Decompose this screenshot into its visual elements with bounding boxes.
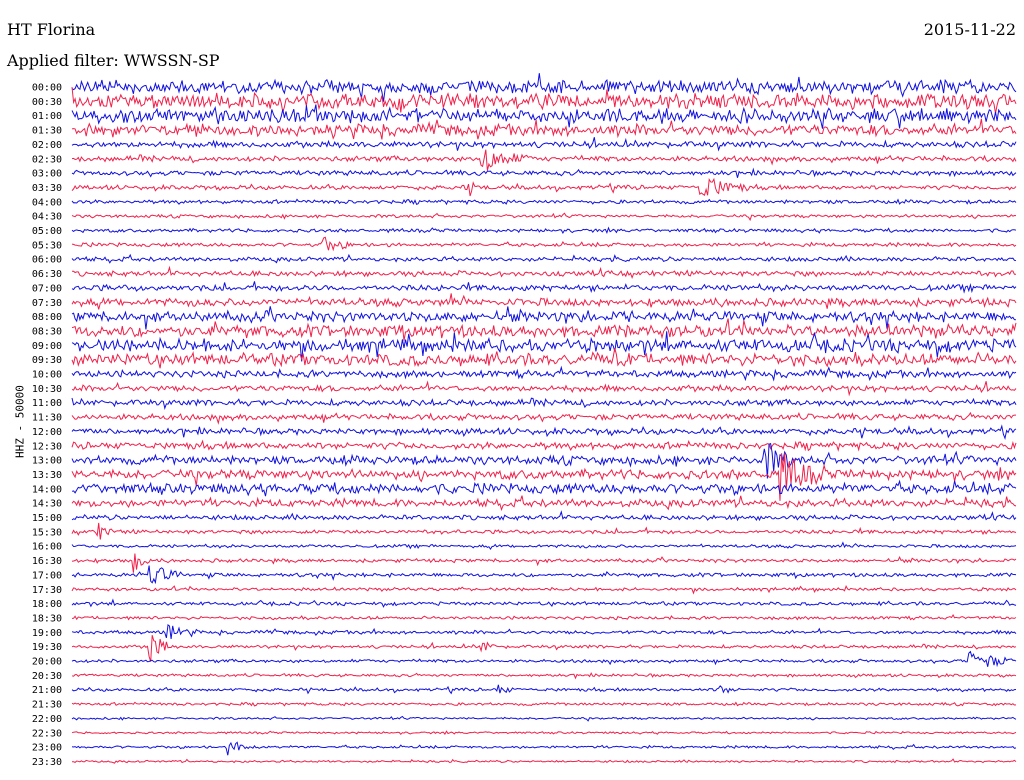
- trace-row-1900: [71, 623, 1017, 640]
- tick-label-1400: 14:00: [32, 484, 62, 495]
- tick-label-1630: 16:30: [32, 556, 62, 567]
- trace-row-2100: [71, 684, 1017, 695]
- trace-row-1730: [71, 584, 1017, 595]
- tick-label-0900: 09:00: [32, 341, 62, 352]
- tick-label-1330: 13:30: [32, 470, 62, 481]
- trace-row-0630: [71, 265, 1016, 280]
- tick-label-1000: 10:00: [32, 370, 62, 381]
- tick-label-2000: 20:00: [32, 657, 62, 668]
- tick-label-0830: 08:30: [32, 326, 62, 337]
- trace-row-1830: [71, 614, 1017, 621]
- trace-row-0200: [71, 137, 1017, 152]
- trace-row-0230: [71, 149, 1017, 171]
- tick-label-0300: 03:00: [32, 169, 62, 180]
- tick-label-1600: 16:00: [32, 542, 62, 553]
- tick-label-0400: 04:00: [32, 197, 62, 208]
- trace-row-0400: [71, 198, 1017, 206]
- tick-label-0600: 06:00: [32, 255, 62, 266]
- trace-row-2230: [71, 730, 1017, 736]
- trace-row-1130: [71, 411, 1016, 425]
- trace-row-1230: [71, 439, 1017, 452]
- tick-label-1900: 19:00: [32, 628, 62, 639]
- trace-row-1200: [71, 424, 1017, 441]
- trace-row-0500: [71, 226, 1017, 235]
- tick-label-0230: 02:30: [32, 154, 62, 165]
- tick-label-1030: 10:30: [32, 384, 62, 395]
- tick-label-0930: 09:30: [32, 355, 62, 366]
- trace-row-0530: [71, 236, 1017, 252]
- trace-row-0700: [71, 281, 1017, 294]
- seismic-traces: [71, 73, 1017, 764]
- tick-label-0330: 03:30: [32, 183, 62, 194]
- trace-row-2000: [71, 650, 1017, 668]
- tick-label-0500: 05:00: [32, 226, 62, 237]
- tick-label-1530: 15:30: [32, 527, 62, 538]
- trace-row-1800: [71, 598, 1017, 608]
- trace-row-1430: [71, 495, 1017, 512]
- tick-label-2300: 23:00: [32, 743, 62, 754]
- trace-row-1930: [71, 635, 1017, 662]
- tick-label-1700: 17:00: [32, 570, 62, 581]
- tick-label-1430: 14:30: [32, 499, 62, 510]
- tick-label-1100: 11:00: [32, 398, 62, 409]
- trace-row-1700: [71, 565, 1017, 585]
- tick-label-0000: 00:00: [32, 83, 62, 94]
- tick-label-1830: 18:30: [32, 613, 62, 624]
- tick-label-2230: 22:30: [32, 728, 62, 739]
- trace-row-2300: [71, 741, 1017, 756]
- trace-row-1500: [71, 510, 1017, 522]
- trace-row-0930: [71, 348, 1017, 369]
- tick-label-0130: 01:30: [32, 126, 62, 137]
- tick-label-0100: 01:00: [32, 111, 62, 122]
- trace-row-1030: [71, 380, 1017, 397]
- trace-row-0130: [71, 118, 1017, 140]
- tick-label-1930: 19:30: [32, 642, 62, 653]
- tick-label-0200: 02:00: [32, 140, 62, 151]
- helicorder-plot: 00:00 00:30 01:00 01:30 02:00 02:30 03:00 03:30…: [32, 73, 1017, 768]
- tick-label-1130: 11:30: [32, 413, 62, 424]
- trace-row-0600: [71, 253, 1017, 264]
- tick-label-2100: 21:00: [32, 685, 62, 696]
- trace-row-0100: [71, 104, 1017, 129]
- tick-label-1300: 13:00: [32, 456, 62, 467]
- tick-label-2030: 20:30: [32, 671, 62, 682]
- tick-label-0730: 07:30: [32, 298, 62, 309]
- tick-label-0430: 04:30: [32, 212, 62, 223]
- tick-label-1730: 17:30: [32, 585, 62, 596]
- tick-label-2330: 23:30: [32, 757, 62, 768]
- tick-label-1200: 12:00: [32, 427, 62, 438]
- tick-label-1500: 15:00: [32, 513, 62, 524]
- trace-row-1000: [71, 365, 1017, 382]
- tick-label-0630: 06:30: [32, 269, 62, 280]
- trace-row-1400: [71, 479, 1017, 497]
- trace-row-0300: [71, 167, 1017, 178]
- trace-row-0730: [71, 293, 1017, 310]
- trace-row-1600: [71, 541, 1017, 551]
- trace-row-1100: [71, 397, 1017, 410]
- trace-row-1630: [71, 553, 1017, 573]
- tick-label-0030: 00:30: [32, 97, 62, 108]
- trace-row-1530: [71, 522, 1017, 540]
- tick-label-0700: 07:00: [32, 283, 62, 294]
- trace-row-2330: [72, 758, 1017, 764]
- trace-row-0430: [71, 212, 1017, 222]
- tick-label-1800: 18:00: [32, 599, 62, 610]
- trace-row-0830: [71, 318, 1017, 341]
- tick-label-1230: 12:30: [32, 441, 62, 452]
- trace-row-0800: [71, 306, 1017, 330]
- trace-row-2130: [71, 701, 1017, 707]
- tick-label-2200: 22:00: [32, 714, 62, 725]
- trace-row-2030: [71, 672, 1017, 680]
- tick-label-2130: 21:30: [32, 700, 62, 711]
- trace-row-2200: [71, 715, 1017, 722]
- tick-label-0530: 05:30: [32, 240, 62, 251]
- trace-row-0330: [71, 177, 1017, 197]
- tick-label-0800: 08:00: [32, 312, 62, 323]
- time-tick-labels: 00:00 00:30 01:00 01:30 02:00 02:30 03:00 03:30…: [32, 83, 62, 768]
